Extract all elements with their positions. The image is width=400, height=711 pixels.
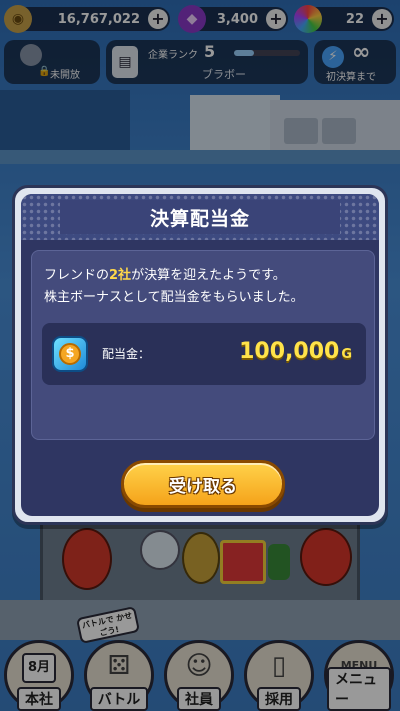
- gold-coin-icon: $: [52, 336, 88, 372]
- reward-label: 配当金：: [102, 347, 151, 361]
- reward-amount-value: 100,000: [239, 339, 340, 364]
- dialog-title-box: 決算配当金: [60, 200, 340, 234]
- receive-button[interactable]: 受け取る: [121, 460, 285, 508]
- message-prefix: フレンドの: [44, 268, 110, 283]
- dialog-message: フレンドの2社が決算を迎えたようです。 株主ボーナスとして配当金をもらいました。: [44, 265, 364, 309]
- dividend-dialog: 決算配当金 フレンドの2社が決算を迎えたようです。 株主ボーナスとして配当金をも…: [12, 185, 388, 525]
- dialog-title: 決算配当金: [149, 207, 250, 230]
- reward-unit: G: [341, 347, 352, 362]
- message-highlight: 2社: [109, 268, 132, 283]
- reward-amount: 100,000 G: [239, 339, 352, 364]
- dialog-body: 決算配当金 フレンドの2社が決算を迎えたようです。 株主ボーナスとして配当金をも…: [21, 194, 379, 516]
- message-suffix: が決算を迎えたようです。: [131, 268, 286, 283]
- receive-button-label: 受け取る: [169, 476, 237, 497]
- message-box: フレンドの2社が決算を迎えたようです。 株主ボーナスとして配当金をもらいました。…: [31, 250, 375, 440]
- message-line2: 株主ボーナスとして配当金をもらいました。: [44, 290, 304, 305]
- dialog-header: 決算配当金: [21, 194, 379, 240]
- reward-row: $ 配当金： 100,000 G: [42, 323, 366, 385]
